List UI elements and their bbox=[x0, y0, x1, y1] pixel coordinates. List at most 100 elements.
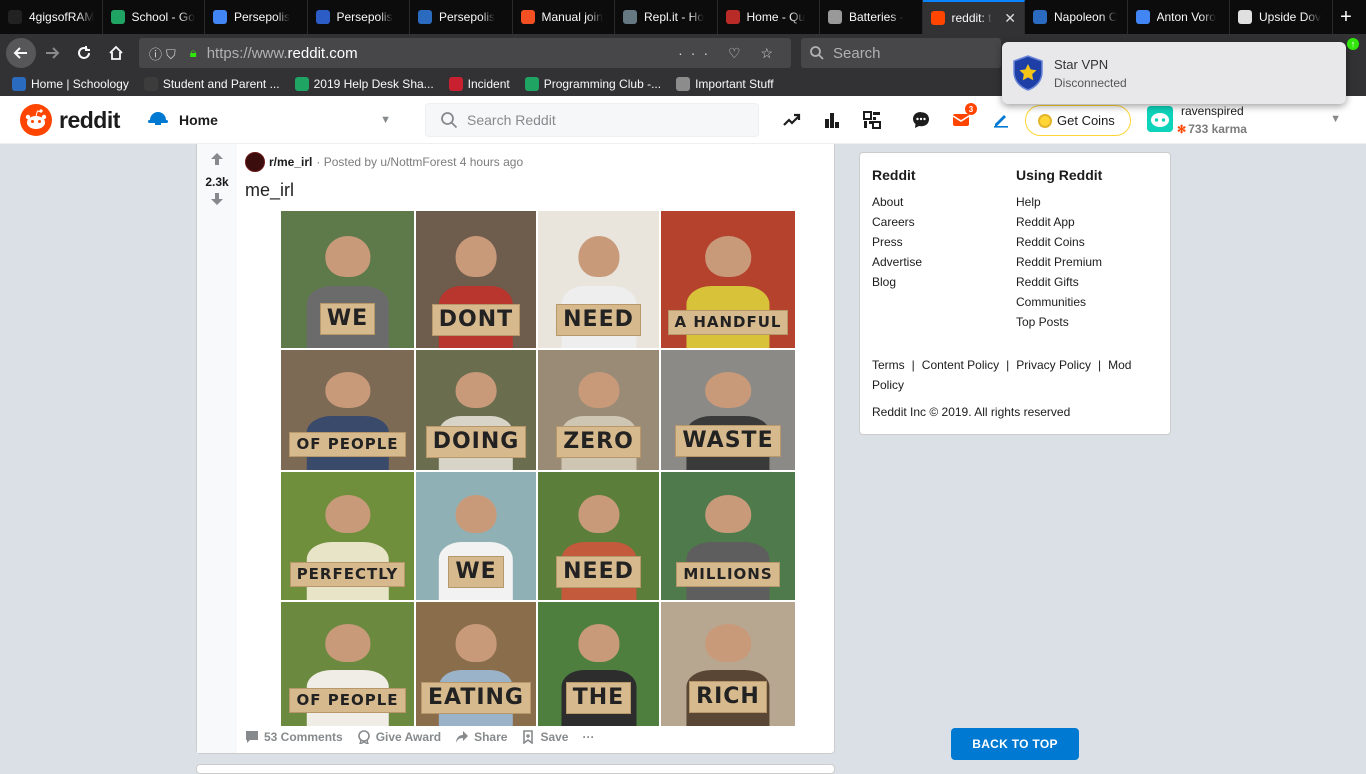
using-reddit-link[interactable]: Reddit Gifts bbox=[1016, 272, 1102, 292]
forward-button[interactable] bbox=[36, 37, 68, 69]
browser-tab[interactable]: Upside Dov bbox=[1230, 0, 1333, 34]
get-coins-button[interactable]: Get Coins bbox=[1025, 105, 1131, 136]
reddit-search-input[interactable]: Search Reddit bbox=[425, 103, 759, 137]
next-post-card[interactable] bbox=[196, 764, 835, 774]
schoology-icon bbox=[418, 10, 432, 24]
person-head bbox=[577, 235, 620, 277]
browser-tab[interactable]: Anton Voro bbox=[1128, 0, 1230, 34]
using-reddit-link[interactable]: Reddit Premium bbox=[1016, 252, 1102, 272]
photo-tile: DONT bbox=[416, 211, 536, 348]
karma-icon: ✻ bbox=[1177, 123, 1187, 136]
bookmark-item[interactable]: Incident bbox=[448, 77, 510, 91]
page-actions-icon[interactable]: ··· ♡ ☆ bbox=[678, 45, 781, 62]
reddit-link[interactable]: Careers bbox=[872, 212, 922, 232]
browser-tab[interactable]: School - Go bbox=[103, 0, 205, 34]
browser-tab-label: Home - Qu bbox=[746, 10, 806, 24]
using-reddit-column: Using Reddit Help Reddit App Reddit Coins R… bbox=[1016, 167, 1102, 332]
reddit-link[interactable]: About bbox=[872, 192, 922, 212]
subreddit-icon[interactable] bbox=[245, 152, 265, 172]
reddit-link[interactable]: Blog bbox=[872, 272, 922, 292]
vpn-popup[interactable]: Star VPN Disconnected bbox=[1002, 42, 1346, 104]
reddit-icon bbox=[930, 11, 945, 25]
microsoft-icon bbox=[520, 10, 535, 24]
browser-tab[interactable]: Persepolis bbox=[205, 0, 308, 34]
bookmark-item[interactable]: Programming Club -... bbox=[524, 77, 661, 91]
comments-button[interactable]: 53 Comments bbox=[245, 730, 343, 744]
legal-link[interactable]: Terms bbox=[872, 358, 905, 372]
browser-tab-label: Anton Voro bbox=[1156, 10, 1216, 24]
using-reddit-link[interactable]: Top Posts bbox=[1016, 312, 1102, 332]
footer-sidebar: Reddit About Careers Press Advertise Blog Us… bbox=[859, 152, 1171, 435]
browser-tab-label: School - Go bbox=[131, 10, 195, 24]
legal-link[interactable]: Privacy Policy bbox=[1016, 358, 1091, 372]
browser-tab[interactable]: Persepolis bbox=[308, 0, 410, 34]
reddit-link[interactable]: Advertise bbox=[872, 252, 922, 272]
bookmark-item[interactable]: Home | Schoology bbox=[12, 77, 129, 91]
reddit-logo[interactable]: reddit bbox=[20, 104, 120, 136]
bookmark-item[interactable]: Important Stuff bbox=[676, 77, 774, 91]
inbox-button[interactable]: 3 bbox=[949, 103, 977, 132]
give-award-button[interactable]: Give Award bbox=[357, 730, 441, 744]
back-button[interactable] bbox=[6, 38, 36, 68]
reddit-wordmark: reddit bbox=[59, 106, 120, 133]
home-button[interactable] bbox=[100, 37, 132, 69]
using-reddit-link[interactable]: Help bbox=[1016, 192, 1102, 212]
all-button[interactable] bbox=[820, 108, 844, 132]
share-button[interactable]: Share bbox=[455, 730, 507, 744]
reddit-links-heading: Reddit bbox=[872, 167, 916, 183]
post-image[interactable]: WE DONT NEED A HANDFUL OF PEOPLE DOING ZERO WAS… bbox=[281, 211, 795, 726]
photo-tile: EATING bbox=[416, 602, 536, 726]
back-to-top-button[interactable]: BACK TO TOP bbox=[951, 728, 1079, 760]
downvote-button[interactable] bbox=[197, 192, 237, 206]
url-bar[interactable]: ⓘ⛉ 🔒︎ https://www. reddit.com ··· ♡ ☆ bbox=[139, 38, 791, 68]
save-button[interactable]: Save bbox=[521, 730, 568, 744]
reddit-link[interactable]: Press bbox=[872, 232, 922, 252]
browser-search-input[interactable]: Search bbox=[801, 38, 1001, 68]
person-head bbox=[455, 235, 497, 277]
browser-tab[interactable]: Persepolis bbox=[410, 0, 513, 34]
browser-tab[interactable]: Home - Qu bbox=[718, 0, 820, 34]
site-info-icon[interactable]: ⓘ⛉ bbox=[149, 44, 180, 63]
using-reddit-link[interactable]: Reddit Coins bbox=[1016, 232, 1102, 252]
reddit-search-placeholder: Search Reddit bbox=[467, 112, 556, 128]
user-menu[interactable]: ravenspired ✻ 733 karma ▼ bbox=[1147, 102, 1347, 138]
share-icon bbox=[456, 731, 469, 743]
legal-link[interactable]: Content Policy bbox=[922, 358, 999, 372]
browser-tab[interactable]: Manual join bbox=[513, 0, 615, 34]
cardboard-sign: DOING bbox=[425, 426, 527, 458]
cardboard-sign: NEED bbox=[556, 555, 641, 588]
browser-tab-label: 4gigsofRAM bbox=[29, 10, 94, 24]
post-card[interactable]: 2.3k r/me_irl · Posted by u/NottmForest … bbox=[196, 144, 835, 754]
reload-button[interactable] bbox=[68, 37, 100, 69]
popular-button[interactable] bbox=[780, 108, 804, 132]
cardboard-sign: A HANDFUL bbox=[667, 309, 789, 335]
subreddit-link[interactable]: r/me_irl bbox=[269, 155, 312, 169]
chat-button[interactable] bbox=[909, 108, 933, 132]
using-reddit-link[interactable]: Communities bbox=[1016, 292, 1102, 312]
using-reddit-link[interactable]: Reddit App bbox=[1016, 212, 1102, 232]
close-icon[interactable]: ✕ bbox=[1004, 10, 1016, 27]
upvote-button[interactable] bbox=[197, 152, 237, 166]
update-available-icon[interactable]: ↑ bbox=[1347, 38, 1359, 50]
browser-tab[interactable]: reddit: t ✕ bbox=[922, 0, 1025, 34]
more-options-button[interactable]: ··· bbox=[582, 730, 594, 744]
cardboard-sign: WASTE bbox=[675, 424, 781, 457]
legal-link[interactable]: Mod Policy bbox=[872, 358, 1131, 392]
browser-tab[interactable]: Batteries - bbox=[820, 0, 923, 34]
feed-selector[interactable]: Home ▼ bbox=[147, 104, 397, 136]
browser-tab[interactable]: Repl.it - Ho bbox=[615, 0, 718, 34]
community-button[interactable] bbox=[860, 108, 884, 132]
browser-tab[interactable]: 4gigsofRAM bbox=[0, 0, 103, 34]
cardboard-sign: WE bbox=[319, 302, 376, 335]
browser-tab[interactable]: Napoleon C bbox=[1025, 0, 1128, 34]
bookmark-item[interactable]: 2019 Help Desk Sha... bbox=[294, 77, 434, 91]
person-head bbox=[705, 371, 751, 408]
create-post-button[interactable] bbox=[989, 108, 1013, 132]
photo-tile: ZERO bbox=[538, 350, 659, 470]
upvote-arrow-icon bbox=[211, 153, 223, 165]
cardboard-sign: OF PEOPLE bbox=[289, 687, 406, 713]
bookmark-item[interactable]: Student and Parent ... bbox=[143, 77, 280, 91]
new-tab-button[interactable]: + bbox=[1333, 0, 1360, 34]
cardboard-sign: RICH bbox=[689, 680, 767, 713]
post-title[interactable]: me_irl bbox=[245, 180, 294, 201]
